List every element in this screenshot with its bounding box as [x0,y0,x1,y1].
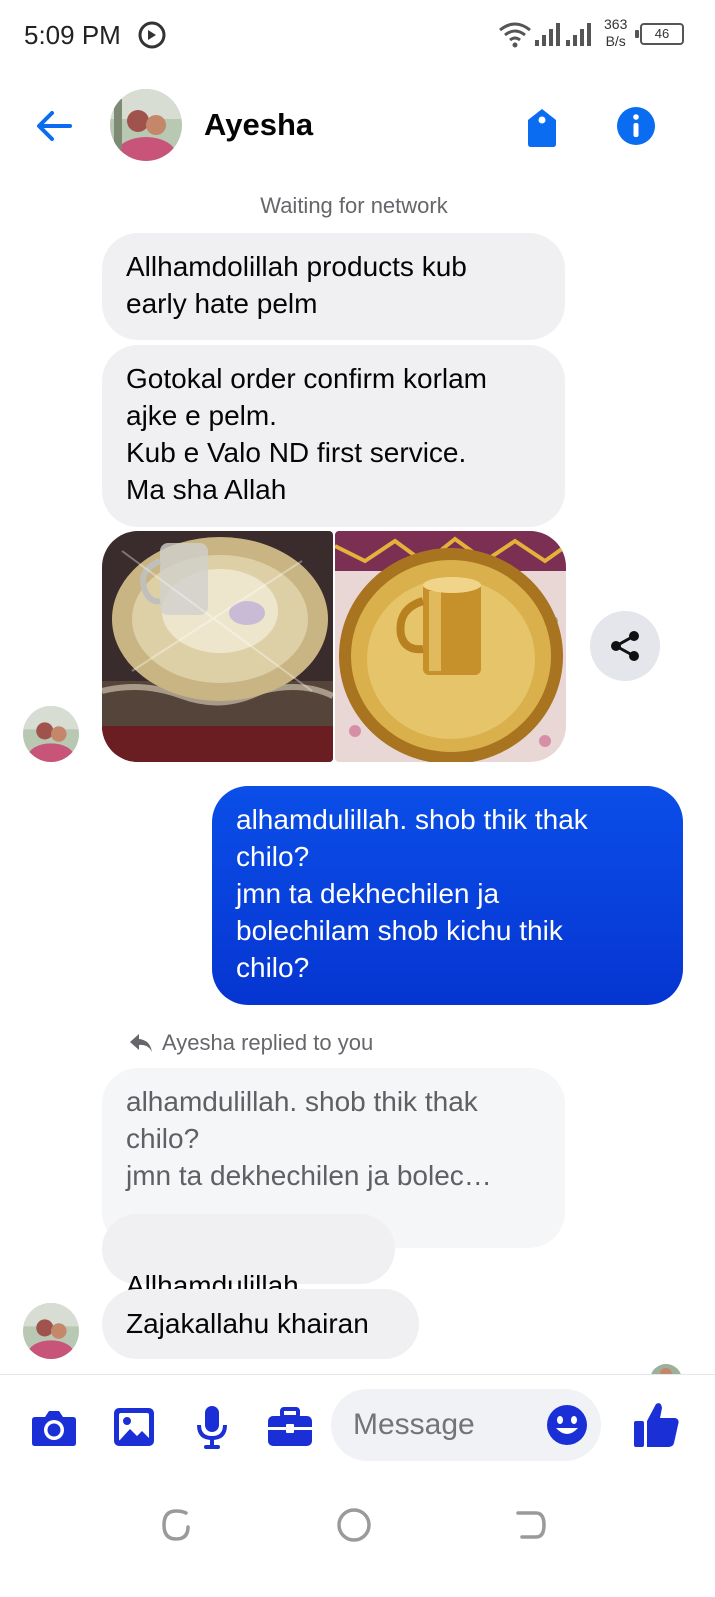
battery-indicator: 46 [635,23,684,45]
gallery-icon [114,1408,154,1446]
reply-label: Ayesha replied to you [162,1030,374,1055]
contact-avatar[interactable] [110,89,182,161]
back-button[interactable] [28,100,80,152]
network-status: Waiting for network [260,193,448,218]
briefcase-icon [268,1407,312,1446]
microphone-button[interactable] [188,1403,236,1451]
status-time: 5:09 PM [24,20,121,50]
home-icon[interactable] [334,1505,374,1545]
recent-apps-icon[interactable] [156,1505,196,1545]
message-field[interactable] [331,1389,601,1461]
message-input[interactable] [353,1407,543,1443]
photo-attachment[interactable] [335,531,566,762]
signal-icon [535,23,560,46]
info-icon [617,107,655,145]
avatar-image [651,1364,681,1374]
message-bubble[interactable]: Allhamdolillah products kub early hate p… [102,233,565,340]
tag-button[interactable] [516,102,568,154]
contact-name[interactable]: Ayesha [204,107,313,143]
system-nav-bar [0,1475,715,1597]
photo-attachment[interactable] [102,531,333,762]
avatar-image [23,706,79,762]
sender-avatar[interactable] [23,1303,79,1359]
share-icon [611,631,639,661]
thumbs-up-icon[interactable] [630,1399,682,1451]
share-button[interactable] [590,611,660,681]
network-speed-unit: B/s [605,33,626,49]
network-speed: 363 B/s [604,16,627,50]
message-bubble[interactable]: Allhamdulillah [102,1214,395,1335]
chat-header: Ayesha [0,70,715,180]
tag-icon [528,109,556,147]
brass-plate-glass-wrapped-photo [102,531,333,762]
back-nav-icon[interactable] [510,1505,550,1545]
signal-icon [566,23,591,46]
wifi-icon [499,22,531,48]
network-speed-value: 363 [604,16,628,32]
reply-indicator: Ayesha replied to you [128,1030,373,1056]
composer [0,1375,715,1475]
message-bubble[interactable]: Gotokal order confirm korlam ajke e pelm… [102,345,565,527]
sender-avatar[interactable] [23,706,79,762]
info-button[interactable] [610,100,662,152]
alarm-icon [138,21,166,49]
avatar-image [23,1303,79,1359]
gallery-button[interactable] [110,1403,158,1451]
reply-arrow-icon [130,1034,152,1052]
emoji-icon[interactable] [545,1403,589,1447]
microphone-icon [197,1406,227,1449]
back-arrow-icon [37,111,72,141]
outgoing-message-bubble[interactable]: alhamdulillah. shob thik thak chilo? jmn… [212,786,683,1005]
brass-plate-glass-photo [335,531,566,762]
camera-icon [32,1411,76,1446]
status-bar: 5:09 PM 363 B/s 46 [0,0,715,70]
seen-avatar [650,1364,682,1374]
briefcase-button[interactable] [266,1403,314,1451]
avatar-image [110,89,182,161]
camera-button[interactable] [30,1403,78,1451]
message-bubble[interactable]: Zajakallahu khairan [102,1289,419,1359]
